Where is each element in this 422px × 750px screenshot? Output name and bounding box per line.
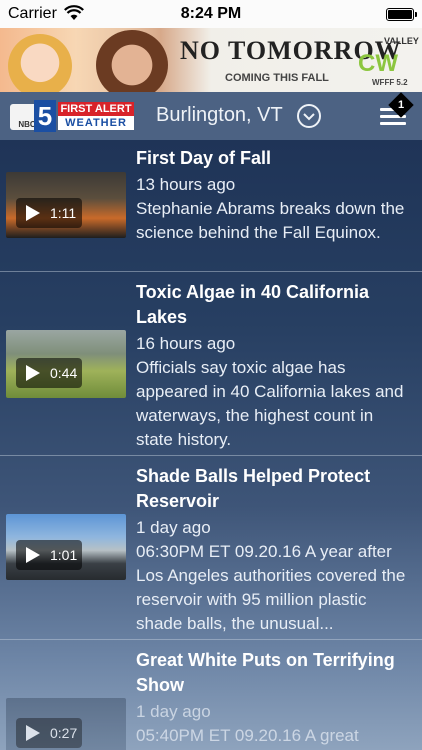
logo-first-alert: FIRST ALERT bbox=[58, 102, 134, 116]
chevron-down-icon bbox=[303, 113, 315, 121]
play-button[interactable]: 1:11 bbox=[16, 198, 82, 228]
video-duration: 1:11 bbox=[50, 205, 77, 221]
play-icon bbox=[26, 365, 40, 381]
play-icon bbox=[26, 547, 40, 563]
menu-icon-bar bbox=[380, 122, 406, 125]
item-time-ago: 16 hours ago bbox=[136, 334, 236, 353]
notification-count: 1 bbox=[397, 99, 405, 111]
logo-channel-number: 5 bbox=[34, 100, 56, 132]
item-time-ago: 1 day ago bbox=[136, 702, 211, 721]
video-thumbnail[interactable]: 1:01 bbox=[6, 514, 126, 580]
play-button[interactable]: 0:27 bbox=[16, 718, 82, 748]
play-button[interactable]: 0:44 bbox=[16, 358, 82, 388]
ad-actress-image bbox=[8, 34, 72, 92]
ad-actor-image bbox=[96, 30, 168, 92]
list-item[interactable]: 0:44 Toxic Algae in 40 California Lakes … bbox=[0, 272, 422, 456]
station-logo[interactable]: NBC 5 FIRST ALERT WEATHER bbox=[10, 100, 134, 132]
logo-weather: WEATHER bbox=[58, 116, 134, 130]
location-dropdown-button[interactable] bbox=[297, 104, 321, 128]
video-duration: 0:27 bbox=[50, 725, 78, 741]
list-item[interactable]: 1:11 First Day of Fall 13 hours ago Step… bbox=[0, 140, 422, 272]
play-icon bbox=[26, 725, 40, 741]
ad-banner[interactable]: NO TOMORROW COMING THIS FALL VALLEY CW W… bbox=[0, 28, 422, 92]
ad-network-logo: CW bbox=[358, 50, 398, 77]
video-duration: 0:44 bbox=[50, 365, 78, 381]
video-thumbnail[interactable]: 1:11 bbox=[6, 172, 126, 238]
video-thumbnail[interactable]: 0:27 bbox=[6, 698, 126, 750]
item-title[interactable]: Great White Puts on Terrifying Show bbox=[136, 648, 412, 698]
ad-call-sign: WFFF 5.2 bbox=[372, 78, 408, 87]
status-bar: Carrier 8:24 PM bbox=[0, 0, 422, 28]
video-duration: 1:01 bbox=[50, 547, 78, 563]
item-description: Stephanie Abrams breaks down the science… bbox=[136, 199, 405, 242]
item-title[interactable]: Toxic Algae in 40 California Lakes bbox=[136, 280, 412, 330]
ad-network-top: VALLEY bbox=[384, 36, 419, 46]
item-description: 06:30PM ET 09.20.16 A year after Los Ang… bbox=[136, 542, 406, 633]
app-header: NBC 5 FIRST ALERT WEATHER Burlington, VT… bbox=[0, 92, 422, 140]
video-feed[interactable]: 1:11 First Day of Fall 13 hours ago Step… bbox=[0, 140, 422, 750]
battery-icon bbox=[386, 8, 417, 21]
list-item[interactable]: 0:27 Great White Puts on Terrifying Show… bbox=[0, 640, 422, 750]
notification-badge: 1 bbox=[388, 92, 414, 118]
video-thumbnail[interactable]: 0:44 bbox=[6, 330, 126, 398]
status-time: 8:24 PM bbox=[180, 5, 242, 22]
item-description: 05:40PM ET 09.20.16 A great bbox=[136, 726, 359, 745]
item-title[interactable]: First Day of Fall bbox=[136, 146, 412, 171]
item-time-ago: 1 day ago bbox=[136, 518, 211, 537]
ad-subtitle: COMING THIS FALL bbox=[225, 72, 329, 84]
location-label[interactable]: Burlington, VT bbox=[156, 104, 283, 127]
play-button[interactable]: 1:01 bbox=[16, 540, 82, 570]
play-icon bbox=[26, 205, 40, 221]
item-description: Officials say toxic algae has appeared i… bbox=[136, 358, 404, 449]
menu-button[interactable]: 1 bbox=[378, 92, 414, 128]
item-title[interactable]: Shade Balls Helped Protect Reservoir bbox=[136, 464, 412, 514]
item-time-ago: 13 hours ago bbox=[136, 175, 236, 194]
list-item[interactable]: 1:01 Shade Balls Helped Protect Reservoi… bbox=[0, 456, 422, 640]
